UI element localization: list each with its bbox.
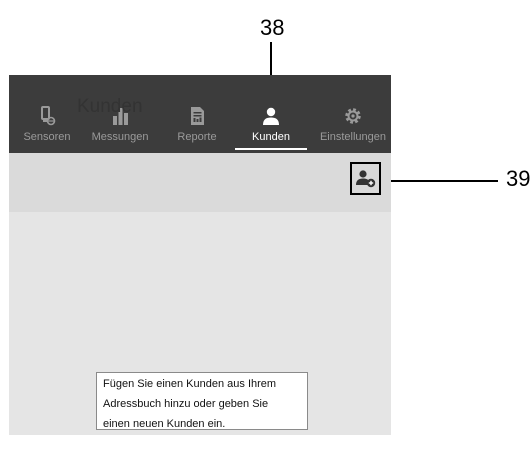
callout-label-38: 38 — [260, 15, 285, 40]
hint-line-3: einen neuen Kunden ein. — [103, 418, 226, 430]
nav-label-einstellungen: Einstellungen — [319, 131, 387, 143]
hint-line-2: Adressbuch hinzu oder geben Sie — [103, 398, 269, 410]
sensor-icon — [41, 106, 56, 126]
callout-label-39: 39 — [506, 166, 531, 191]
nav-label-sensoren: Sensoren — [23, 131, 71, 143]
nav-item-kunden[interactable]: Kunden — [233, 105, 309, 153]
report-icon — [191, 107, 204, 125]
nav-label-reporte: Reporte — [177, 131, 217, 143]
add-customer-icon — [356, 170, 376, 188]
callout-line-39 — [381, 180, 498, 182]
nav-item-reporte[interactable]: Reporte — [159, 105, 235, 153]
nav-item-sensoren[interactable]: Sensoren — [9, 105, 85, 153]
top-nav-bar: Sensoren Messungen Reporte Kunden Einste… — [9, 75, 391, 153]
active-tab-indicator — [235, 148, 307, 150]
nav-label-messungen: Messungen — [91, 131, 149, 143]
nav-item-einstellungen[interactable]: Einstellungen — [315, 105, 391, 153]
nav-label-kunden: Kunden — [252, 131, 290, 143]
page-title: Kunden — [77, 96, 143, 117]
empty-state-hint: Fügen Sie einen Kunden aus Ihrem Adressb… — [96, 372, 308, 430]
hint-line-1: Fügen Sie einen Kunden aus Ihrem — [103, 378, 277, 390]
gear-icon — [345, 108, 361, 124]
add-customer-button[interactable] — [350, 162, 381, 195]
person-icon — [263, 107, 279, 125]
page-header — [9, 153, 391, 212]
